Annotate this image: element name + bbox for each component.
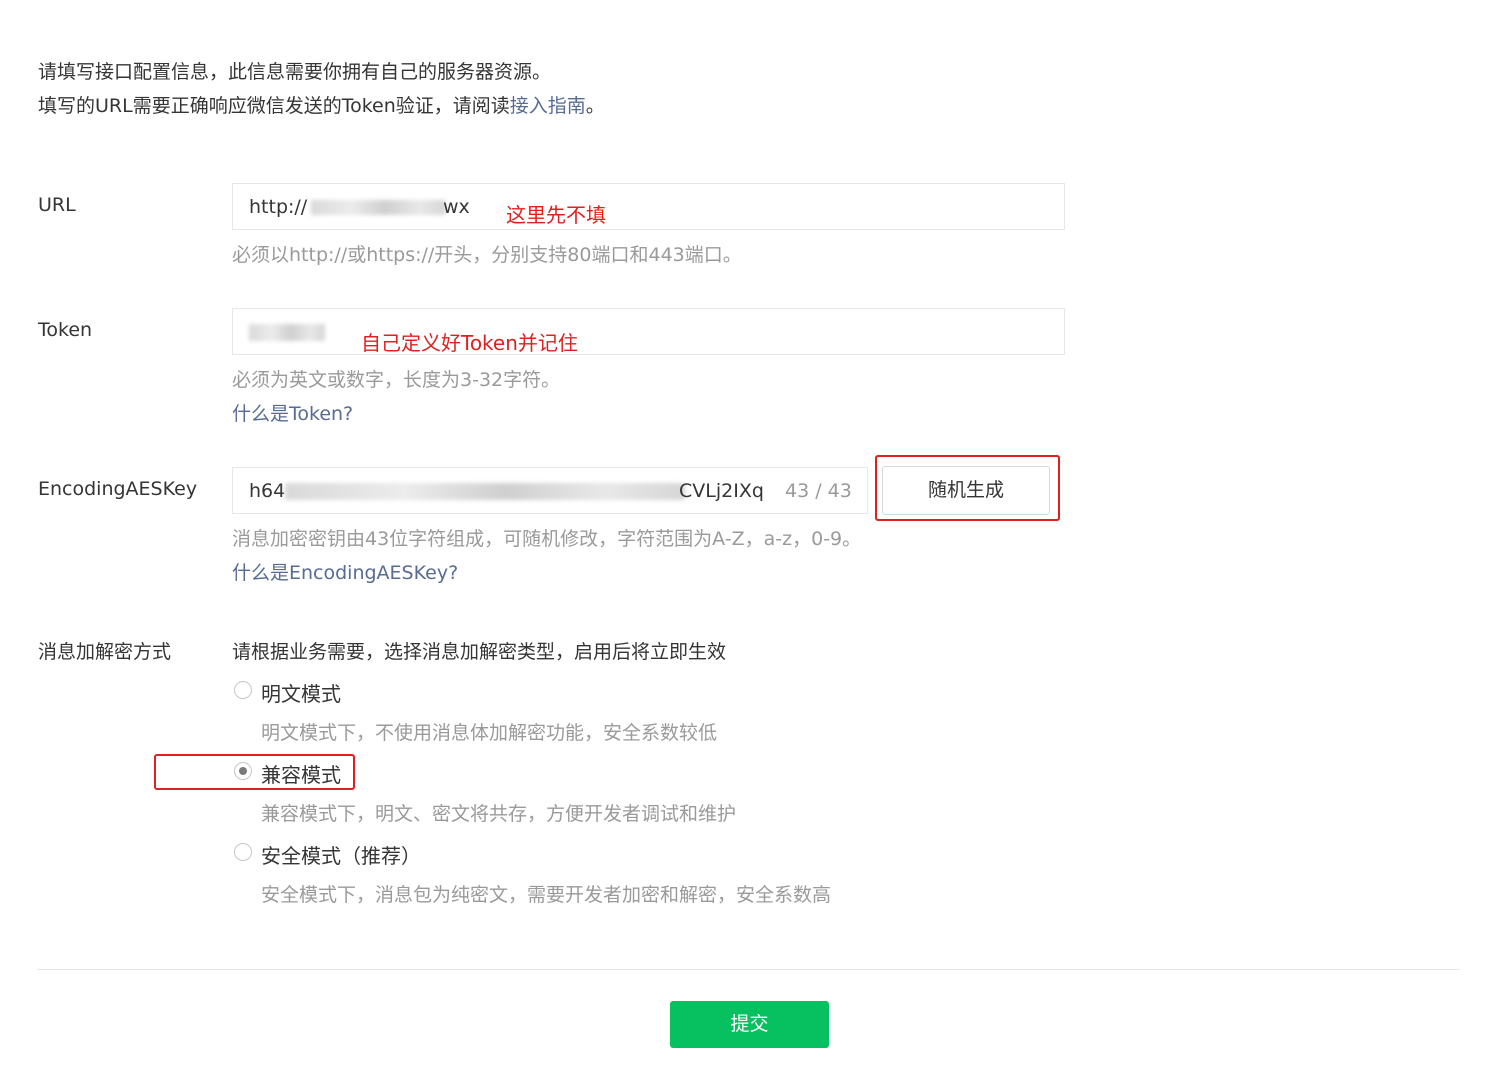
radio-plaintext[interactable] — [234, 681, 252, 699]
encryption-description: 请根据业务需要，选择消息加解密类型，启用后将立即生效 — [232, 641, 727, 663]
url-label: URL — [38, 194, 76, 216]
radio-secure[interactable] — [234, 843, 252, 861]
radio-secure-label[interactable]: 安全模式（推荐） — [261, 840, 421, 869]
token-annotation: 自己定义好Token并记住 — [361, 331, 578, 355]
url-input[interactable]: http:// wx — [232, 183, 1065, 230]
url-annotation: 这里先不填 — [506, 203, 606, 227]
encryption-label: 消息加解密方式 — [38, 641, 172, 663]
radio-plaintext-label[interactable]: 明文模式 — [261, 678, 341, 707]
url-value-end: wx — [443, 196, 470, 218]
token-hint: 必须为英文或数字，长度为3-32字符。 — [232, 369, 561, 391]
submit-button[interactable]: 提交 — [670, 1001, 829, 1048]
token-redacted — [249, 324, 325, 341]
what-is-token-link[interactable]: 什么是Token? — [232, 399, 353, 426]
url-hint: 必须以http://或https://开头，分别支持80端口和443端口。 — [232, 244, 742, 266]
generate-highlight-box — [875, 455, 1060, 521]
aeskey-value-start: h64 — [249, 480, 286, 502]
token-label: Token — [38, 319, 93, 341]
compatible-highlight-box — [154, 754, 355, 790]
aeskey-label: EncodingAESKey — [38, 478, 198, 500]
what-is-aeskey-link[interactable]: 什么是EncodingAESKey? — [232, 558, 458, 585]
aeskey-input[interactable]: h64 CVLj2IXq 43 / 43 — [232, 467, 868, 514]
intro-line-1: 请填写接口配置信息，此信息需要你拥有自己的服务器资源。 — [38, 61, 552, 83]
url-value-start: http:// — [249, 196, 308, 218]
aeskey-value-end: CVLj2IXq — [679, 480, 764, 502]
aeskey-hint: 消息加密密钥由43位字符组成，可随机修改，字符范围为A-Z，a-z，0-9。 — [232, 528, 862, 550]
compatible-desc: 兼容模式下，明文、密文将共存，方便开发者调试和维护 — [261, 803, 737, 825]
intro-text: 请填写接口配置信息，此信息需要你拥有自己的服务器资源。 填写的URL需要正确响应… — [38, 55, 605, 123]
token-input[interactable] — [232, 308, 1065, 355]
intro-line-2: 填写的URL需要正确响应微信发送的Token验证，请阅读接入指南。 — [38, 95, 605, 117]
secure-desc: 安全模式下，消息包为纯密文，需要开发者加密和解密，安全系数高 — [261, 884, 832, 906]
aeskey-char-count: 43 / 43 — [785, 480, 852, 502]
url-redacted — [311, 200, 446, 215]
aeskey-redacted — [285, 483, 685, 500]
plaintext-desc: 明文模式下，不使用消息体加解密功能，安全系数较低 — [261, 722, 718, 744]
footer-divider — [37, 969, 1460, 970]
access-guide-link[interactable]: 接入指南 — [510, 95, 586, 117]
